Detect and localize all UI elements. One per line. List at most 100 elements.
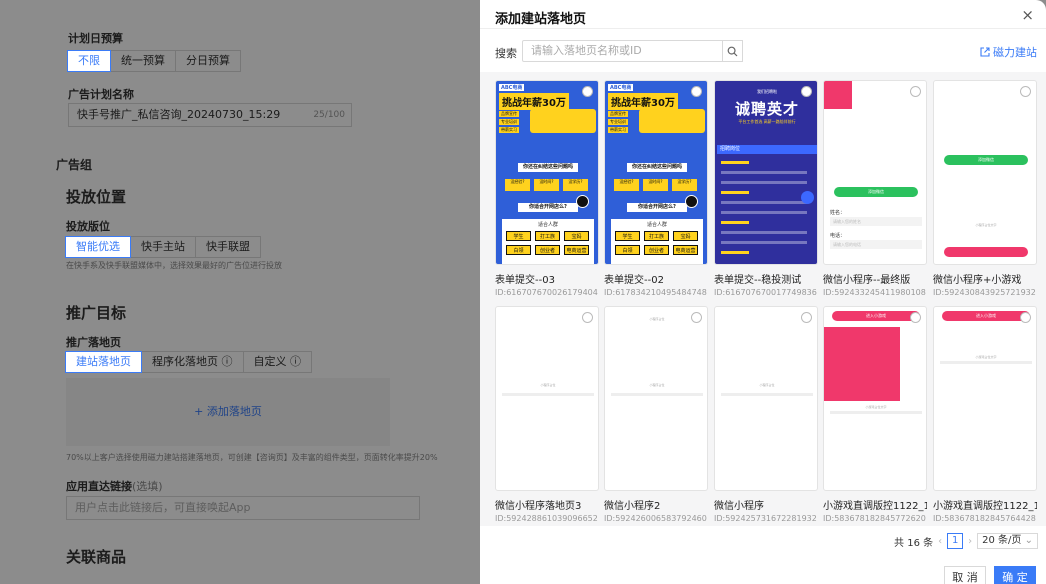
pagination: 共 16 条 ‹ 1 › 20 条/页 ⌄ [894,533,1038,549]
landing-thumbnail: 添加微信 姓名： 请输入您的姓名 电话： 请输入您的电话 [823,80,927,265]
page-1-button[interactable]: 1 [947,533,964,549]
poster-group-title: 适合人群 [537,222,558,228]
phone-icon [801,191,814,204]
poster-group: 创业者 [644,245,669,255]
name-field: 请输入您的姓名 [830,217,922,226]
page-size-select[interactable]: 20 条/页 ⌄ [977,533,1038,549]
external-link-icon [980,47,990,57]
card-id: ID:592433245411980108 [823,288,926,297]
select-radio[interactable] [582,312,593,323]
phone-icon [576,195,589,208]
poster-chip: 品牌宣传 [608,111,628,117]
poster-illustration [639,109,705,133]
landing-card[interactable]: 进入小游戏小游戏占位文字小游戏直调版控1122_1_1 ID:5836781828… [823,306,927,523]
card-id: ID:583678182845772620 [823,514,926,523]
card-id: ID:592428861039096652 [495,514,598,523]
search-button[interactable] [722,40,743,62]
select-radio[interactable] [801,86,812,97]
chevron-down-icon: ⌄ [1024,535,1033,546]
poster-option: 没时间? [643,179,668,191]
placement-option-smart[interactable]: 智能优选 [65,236,131,258]
magnet-link-text: 磁力建站 [993,46,1037,59]
landing-card[interactable]: 我们招聘啦 诚聘英才 平台工作首选 高薪一路陪伴前行 招聘岗位 表单提交--稳投测试 ID… [714,80,818,297]
select-radio[interactable] [1020,312,1031,323]
landing-thumbnail: 小程序占位 小程序占位 [604,306,708,491]
cancel-button[interactable]: 取 消 [944,566,986,584]
prev-page-button[interactable]: ‹ [938,536,942,547]
select-radio[interactable] [691,86,702,97]
landing-thumbnail: 进入小游戏小游戏占位文字 [823,306,927,491]
select-radio[interactable] [691,312,702,323]
placeholder-text: 小程序占位 [540,383,556,387]
poster-illustration [530,109,596,133]
confirm-button[interactable]: 确 定 [994,566,1036,584]
next-page-button[interactable]: › [968,536,972,547]
placeholder-bar [940,361,1032,364]
pagination-total: 共 16 条 [894,537,934,549]
select-radio[interactable] [910,86,921,97]
drawer-footer: 取 消 确 定 [944,566,1036,584]
card-name: 表单提交--03 [495,275,555,286]
landing-card[interactable]: 添加微信 姓名： 请输入您的姓名 电话： 请输入您的电话微信小程序--最终版 ID:592… [823,80,927,297]
budget-option-unlimited[interactable]: 不限 [67,50,111,72]
recruit-line [721,171,807,174]
poster-group: 学生 [506,231,531,241]
landing-thumbnail: ABC电商 挑战年薪30万 品牌宣传 专业培训 带薪实习 你还在纠结这些问题吗 没经验? 没时… [604,80,708,265]
card-id: ID:592425731672281932 [714,514,817,523]
placeholder-text: 小游戏占位文字 [865,405,887,409]
magnet-link[interactable]: 磁力建站 [980,44,1037,60]
card-name: 表单提交--02 [604,275,664,286]
select-radio[interactable] [1020,86,1031,97]
poster-question-2: 你适合开网店么? [627,203,687,212]
select-radio[interactable] [582,86,593,97]
landing-card[interactable]: 小程序占位 微信小程序落地页3 ID:592428861039096652 [495,306,599,523]
placeholder-text: 小游戏占位文字 [975,355,997,359]
recruit-line [721,241,807,244]
landing-thumbnail: ABC电商 挑战年薪30万 品牌宣传 专业培训 带薪实习 你还在纠结这些问题吗 没经验? 没时… [495,80,599,265]
poster-group: 宝妈 [673,231,698,241]
recruit-sub: 平台工作首选 高薪一路陪伴前行 [738,119,796,124]
name-label: 姓名： [830,210,846,216]
recruit-headline: 诚聘英才 [734,100,799,118]
add-landing-drawer: 添加建站落地页 × 搜索 请输入落地页名称或ID 磁力建站 ABC电商 挑战年薪3… [480,0,1046,584]
select-radio[interactable] [910,312,921,323]
poster-chip: 专业培训 [608,119,628,125]
recruit-section: 招聘岗位 [717,145,817,154]
landing-card[interactable]: 小程序占位 微信小程序 ID:592425731672281932 [714,306,818,523]
poster-option: 没学历? [563,179,588,191]
pink-block [824,81,852,109]
poster-question: 你还在纠结这些问题吗 [518,163,578,172]
game-button: 进入小游戏 [832,311,920,321]
card-name: 小游戏直调版控1122_1_1 [823,501,927,512]
poster-tag: ABC电商 [499,84,525,91]
landing-option-site[interactable]: 建站落地页 [65,351,142,373]
search-icon [727,46,738,56]
search-label: 搜索 [495,47,517,60]
landing-card[interactable]: ABC电商 挑战年薪30万 品牌宣传 专业培训 带薪实习 你还在纠结这些问题吗 没经验? 没时… [604,80,708,297]
poster-chip: 专业培训 [499,119,519,125]
recruit-line [721,221,749,224]
poster-group: 白领 [506,245,531,255]
poster-option: 没时间? [534,179,559,191]
card-name: 微信小程序--最终版 [823,275,911,286]
poster-option: 没学历? [672,179,697,191]
select-radio[interactable] [801,312,812,323]
landing-card[interactable]: ABC电商 挑战年薪30万 品牌宣传 专业培训 带薪实习 你还在纠结这些问题吗 没经验? 没时… [495,80,599,297]
card-id: ID:592426006583792460 [604,514,707,523]
poster-tag: ABC电商 [608,84,634,91]
search-input[interactable]: 请输入落地页名称或ID [522,40,742,62]
poster-group: 白领 [615,245,640,255]
landing-card[interactable]: 添加微信 小程序占位文字 微信小程序+小游戏 ID:59243084392572193… [933,80,1037,297]
recruit-line [721,161,749,164]
card-name: 小游戏直调版控1122_1 [933,501,1037,512]
phone-field: 请输入您的电话 [830,240,922,249]
card-id: ID:583678182845764428 [933,514,1036,523]
close-icon[interactable]: × [1021,6,1034,24]
placeholder-bar [721,393,813,396]
card-name: 微信小程序 [714,501,764,512]
landing-card[interactable]: 小程序占位 小程序占位 微信小程序2 ID:592426006583792460 [604,306,708,523]
landing-grid: ABC电商 挑战年薪30万 品牌宣传 专业培训 带薪实习 你还在纠结这些问题吗 没经验? 没时… [480,72,1046,526]
poster-group-title: 适合人群 [646,222,667,228]
landing-card[interactable]: 进入小游戏 小游戏占位文字 小游戏直调版控1122_1 ID:583678182845… [933,306,1037,523]
placeholder-bar [830,411,922,414]
